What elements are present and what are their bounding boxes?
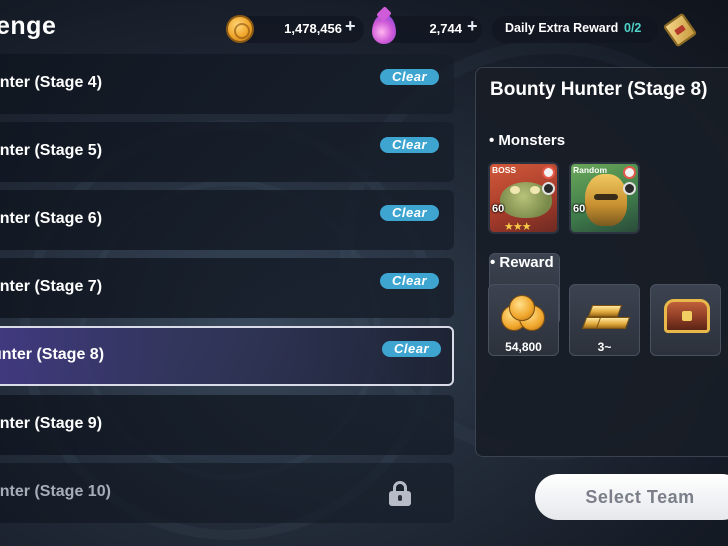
daily-extra-reward-count: 0/2 bbox=[624, 21, 642, 35]
clear-badge: Clear bbox=[382, 341, 441, 357]
stage-label: unter (Stage 6) bbox=[0, 210, 103, 227]
ticket-icon[interactable] bbox=[662, 12, 698, 48]
stage-item-10-locked[interactable]: unter (Stage 10) bbox=[0, 463, 454, 523]
stage-label: unter (Stage 7) bbox=[0, 278, 103, 295]
clear-badge: Clear bbox=[380, 69, 439, 85]
monster-level: 60 bbox=[492, 203, 505, 215]
stage-item-9[interactable]: unter (Stage 9) bbox=[0, 395, 454, 455]
reward-gold[interactable]: 54,800 bbox=[488, 284, 559, 356]
stage-item-5[interactable]: unter (Stage 5) Clear bbox=[0, 122, 454, 182]
stage-label: unter (Stage 10) bbox=[0, 483, 111, 500]
clear-badge: Clear bbox=[380, 273, 439, 289]
gold-coin-icon bbox=[226, 15, 254, 43]
random-tag: Random bbox=[573, 165, 607, 175]
monster-level: 60 bbox=[573, 203, 586, 215]
reward-value: 54,800 bbox=[505, 340, 542, 354]
gem-amount: 2,744 bbox=[429, 21, 462, 36]
add-gold-button[interactable]: + bbox=[345, 16, 356, 37]
stage-label: unter (Stage 5) bbox=[0, 142, 103, 159]
select-team-button[interactable]: Select Team bbox=[535, 474, 728, 520]
reward-gold-bars[interactable]: 3~ bbox=[569, 284, 640, 356]
clear-badge: Clear bbox=[380, 137, 439, 153]
fire-element-icon bbox=[542, 166, 555, 179]
reward-value: 3~ bbox=[597, 340, 612, 354]
reward-chest[interactable] bbox=[650, 284, 721, 356]
boss-tag: BOSS bbox=[492, 165, 517, 175]
add-gems-button[interactable]: + bbox=[467, 16, 478, 37]
dark-element-icon bbox=[542, 182, 555, 195]
daily-extra-reward-label: Daily Extra Reward bbox=[505, 21, 619, 35]
dark-element-icon bbox=[623, 182, 636, 195]
star-rating: ★★★ bbox=[504, 221, 532, 233]
gem-icon bbox=[372, 14, 396, 44]
stage-label: unter (Stage 4) bbox=[0, 74, 103, 91]
stage-label: unter (Stage 8) bbox=[0, 346, 105, 363]
page-title: enge bbox=[0, 12, 57, 40]
stage-label: unter (Stage 9) bbox=[0, 415, 103, 432]
clear-badge: Clear bbox=[380, 205, 439, 221]
gold-coins-icon bbox=[501, 295, 547, 331]
stage-item-4[interactable]: unter (Stage 4) Clear bbox=[0, 54, 454, 114]
lock-icon bbox=[388, 481, 412, 506]
gold-amount: 1,478,456 bbox=[284, 21, 342, 36]
stage-item-7[interactable]: unter (Stage 7) Clear bbox=[0, 258, 454, 318]
gold-bars-icon bbox=[580, 297, 631, 331]
stage-item-8-selected[interactable]: unter (Stage 8) Clear bbox=[0, 326, 454, 386]
detail-title: Bounty Hunter (Stage 8) bbox=[490, 79, 708, 100]
monsters-heading: • Monsters bbox=[489, 132, 566, 149]
monster-random[interactable]: Random 60 bbox=[569, 162, 640, 234]
monster-boss-frog[interactable]: BOSS 60 ★★★ bbox=[488, 162, 559, 234]
masked-warrior-portrait-icon bbox=[585, 174, 627, 226]
stage-item-6[interactable]: unter (Stage 6) Clear bbox=[0, 190, 454, 250]
treasure-chest-icon bbox=[664, 299, 710, 333]
fire-element-icon bbox=[623, 166, 636, 179]
